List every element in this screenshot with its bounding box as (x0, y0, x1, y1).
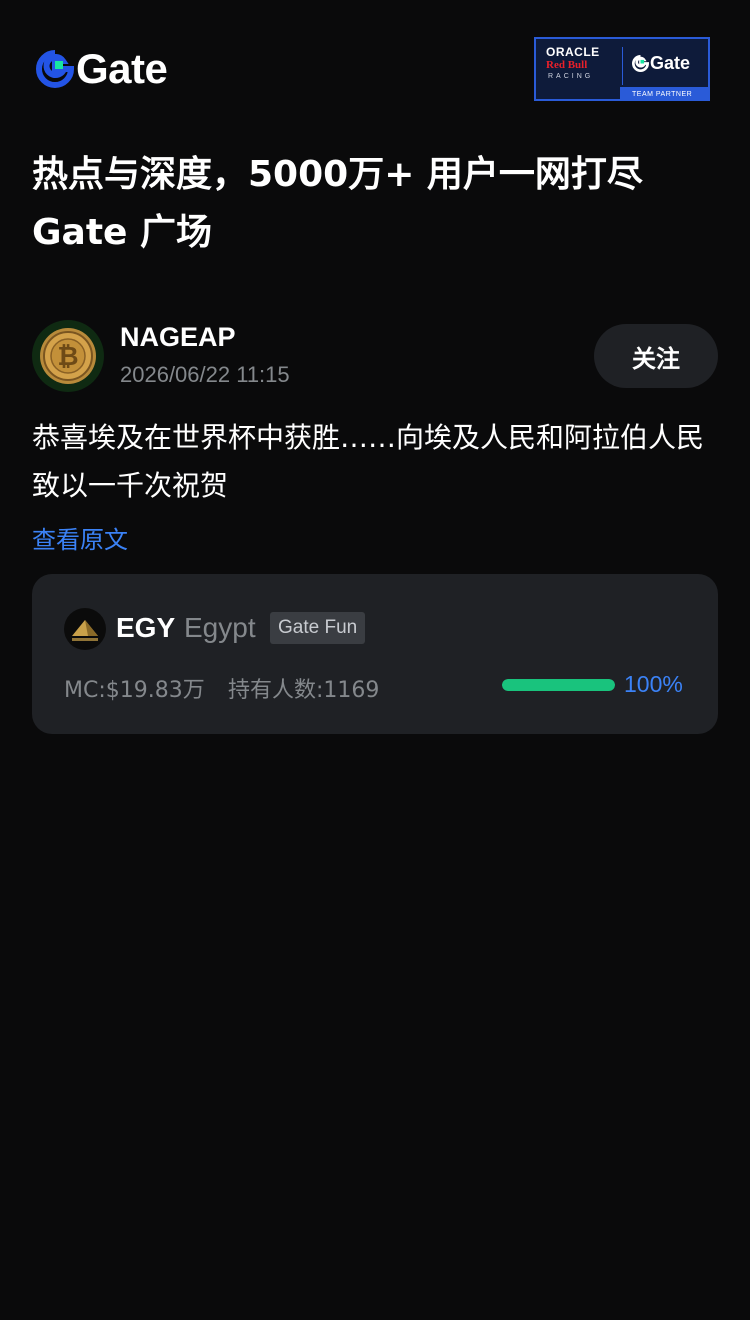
badge-oracle-text: ORACLE (546, 45, 600, 59)
token-name: Egypt (184, 612, 256, 643)
logo-text: Gate (76, 45, 168, 92)
gate-logo-icon (36, 50, 74, 88)
follow-button[interactable]: 关注 (594, 324, 718, 388)
post-timestamp: 2026/06/22 11:15 (120, 362, 290, 387)
badge-gate-text: Gate (650, 53, 691, 73)
bonding-progress-label: 100% (624, 671, 683, 697)
pyramid-icon (64, 608, 106, 650)
token-card[interactable]: EGY Egypt Gate Fun MC:$19.83万 持有人数:1169 … (32, 574, 718, 734)
svg-text:₿: ₿ (57, 341, 78, 371)
egypt-token-icon (64, 608, 106, 650)
token-holders: 持有人数:1169 (228, 678, 380, 703)
view-original-link[interactable]: 查看原文 (32, 520, 128, 555)
page-title: 热点与深度，5000万+ 用户一网打尽 Gate 广场 (32, 154, 643, 253)
post-content: 恭喜埃及在世界杯中获胜……向埃及人民和阿拉伯人民致以一千次祝贺 (32, 421, 705, 502)
bonding-progress-bar (502, 679, 615, 691)
badge-divider (622, 47, 623, 85)
avatar[interactable]: ₿ (32, 320, 104, 392)
badge-gate-logo: Gate (632, 53, 690, 74)
badge-gate-logo-icon (632, 55, 649, 72)
badge-racing-text: RACING (548, 73, 594, 80)
bitcoin-avatar-icon: ₿ (32, 320, 104, 392)
app-header: Gate ORACLE Red Bull RACING Gate TEAM PA… (0, 0, 750, 130)
token-symbol: EGY (116, 612, 176, 643)
post-author-row: ₿ NAGEAP 2026/06/22 11:15 关注 (32, 320, 718, 392)
team-partner-badge[interactable]: ORACLE Red Bull RACING Gate TEAM PARTNER (534, 37, 710, 101)
token-market-cap: MC:$19.83万 (64, 678, 205, 703)
badge-redbull-text: Red Bull (546, 59, 588, 71)
gate-logo[interactable]: Gate (36, 45, 168, 92)
badge-caption: TEAM PARTNER (632, 91, 693, 98)
bonding-progress-fill (502, 679, 615, 691)
author-name[interactable]: NAGEAP (120, 322, 236, 353)
token-platform-tag: Gate Fun (270, 612, 366, 644)
